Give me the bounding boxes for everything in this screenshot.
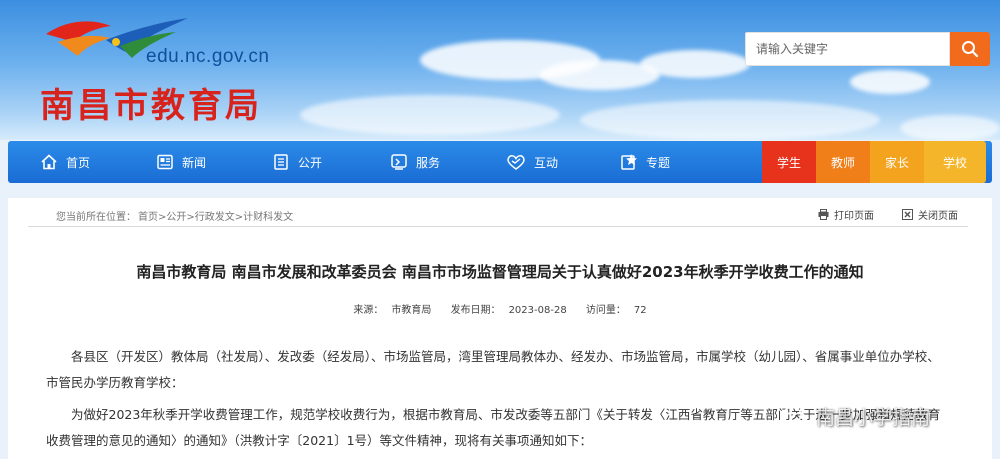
- print-button[interactable]: 打印页面: [818, 207, 874, 222]
- tab-parent-label: 家长: [884, 155, 909, 170]
- nav-item-home[interactable]: 首页: [40, 141, 90, 183]
- nav-item-open[interactable]: 公开: [272, 141, 322, 183]
- watermark-text: 南昌小学指南: [816, 407, 931, 429]
- tab-student[interactable]: 学生: [762, 141, 816, 183]
- nav-label-news: 新闻: [182, 155, 207, 170]
- close-page-button[interactable]: 关闭页面: [902, 207, 958, 222]
- site-domain: edu.nc.gov.cn: [146, 46, 270, 67]
- nav-item-news[interactable]: 新闻: [156, 141, 206, 183]
- nav-label-service: 服务: [416, 155, 441, 170]
- list-icon: [274, 154, 288, 170]
- source-value: 市教育局: [391, 305, 432, 316]
- service-icon: [391, 154, 407, 170]
- search-input[interactable]: 请输入关键字: [745, 32, 950, 66]
- site-logo[interactable]: edu.nc.gov.cn 南昌市教育局: [36, 12, 270, 126]
- search-button[interactable]: [950, 32, 990, 66]
- divider: [28, 226, 968, 227]
- home-icon: [41, 154, 57, 170]
- tab-student-label: 学生: [776, 155, 801, 170]
- article-meta: 来源： 市教育局 发布日期： 2023-08-28 访问量： 72: [8, 301, 992, 316]
- nav-item-interact[interactable]: 互动: [506, 141, 558, 183]
- nav-label-home: 首页: [66, 155, 91, 170]
- watermark: 南昌小学指南: [782, 403, 930, 430]
- site-title: 南昌市教育局: [40, 86, 262, 126]
- tab-school-label: 学校: [942, 155, 967, 170]
- breadcrumb-path[interactable]: 首页>公开>行政发文>计财科发文: [138, 208, 293, 223]
- news-icon: [157, 154, 173, 170]
- views-value: 72: [633, 305, 647, 316]
- site-header: edu.nc.gov.cn 南昌市教育局 请输入关键字: [0, 0, 1000, 140]
- tab-teacher-label: 教师: [830, 155, 855, 170]
- search-icon: [962, 41, 979, 58]
- nav-item-service[interactable]: 服务: [390, 141, 440, 183]
- print-label: 打印页面: [834, 211, 874, 222]
- heart-icon: [507, 155, 525, 170]
- nav-label-open: 公开: [298, 155, 323, 170]
- breadcrumb: 您当前所在位置： 首页>公开>行政发文>计财科发文 打印页面 关闭页面: [28, 206, 968, 226]
- nav-label-interact: 互动: [534, 155, 559, 170]
- nav-item-topic[interactable]: 专题: [620, 141, 670, 183]
- article-paragraph: 各县区（开发区）教体局（社发局）、发改委（经发局）、市场监管局，湾里管理局教体办…: [46, 349, 940, 390]
- close-label: 关闭页面: [918, 211, 958, 222]
- tab-school[interactable]: 学校: [924, 141, 986, 183]
- print-icon: [818, 209, 829, 220]
- nav-label-topic: 专题: [646, 155, 671, 170]
- close-icon: [902, 209, 913, 220]
- topic-icon: [621, 154, 637, 170]
- source-label: 来源：: [353, 305, 384, 316]
- views-label: 访问量：: [585, 305, 626, 316]
- breadcrumb-label: 您当前所在位置：: [56, 212, 136, 223]
- article-title: 南昌市教育局 南昌市发展和改革委员会 南昌市市场监督管理局关于认真做好2023年…: [136, 263, 864, 281]
- date-label: 发布日期：: [450, 305, 501, 316]
- date-value: 2023-08-28: [508, 305, 567, 316]
- wechat-icon: [782, 406, 808, 426]
- tab-teacher[interactable]: 教师: [816, 141, 870, 183]
- tab-parent[interactable]: 家长: [870, 141, 924, 183]
